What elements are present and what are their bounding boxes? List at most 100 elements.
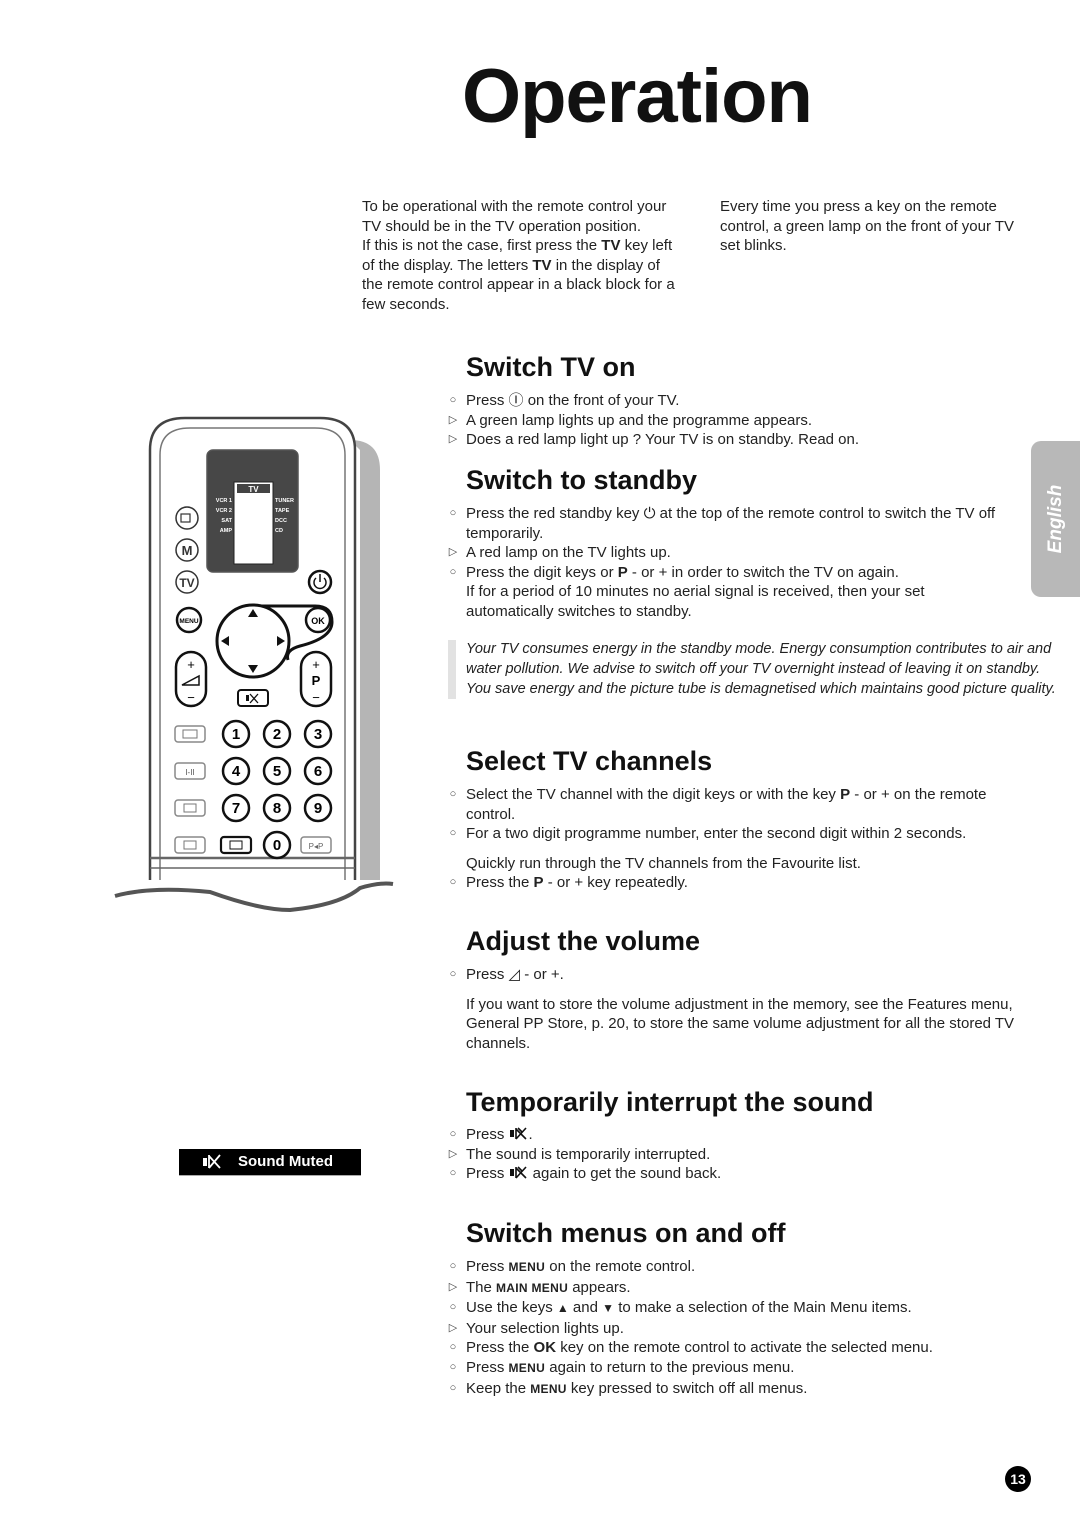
standby-icon: ⏻ [643, 505, 656, 522]
intro-left: To be operational with the remote contro… [362, 197, 682, 315]
text: Your selection lights up. [466, 1319, 624, 1337]
list-item: ○ Press again to get the sound back. [444, 1164, 1044, 1184]
volume-icon: ◿ [508, 966, 521, 983]
format-key[interactable] [174, 725, 206, 743]
bullet-icon: ○ [449, 1341, 457, 1354]
bullet-icon: ○ [449, 1167, 457, 1180]
text: The [466, 1278, 497, 1296]
intro-right: Every time you press a key on the remote… [720, 198, 1015, 255]
text: . [528, 1126, 533, 1143]
mute-icon [203, 1154, 221, 1169]
list-item: If you want to store the volume adjustme… [444, 995, 1029, 1054]
mute-icon [509, 1127, 527, 1140]
list-item: ○ Press the red standby key ⏻ at the top … [444, 504, 1014, 543]
list-switch-tv-on: ○ Press Ⓘ on the front of your TV. ▷ A gre… [444, 391, 1044, 450]
text: appears. [568, 1278, 631, 1296]
text: Press the [466, 1339, 534, 1357]
page-number: 13 [1005, 1466, 1031, 1492]
programme-plus-label: + [312, 657, 320, 672]
text: If for a period of 10 minutes no aerial … [466, 583, 925, 620]
text: A green lamp lights up and the programme… [466, 411, 813, 429]
text: - or +. [520, 966, 564, 983]
arrow-up-icon: ▲ [556, 1301, 569, 1316]
text: Press the [466, 874, 534, 892]
result-arrow-icon: ▷ [448, 1321, 458, 1334]
list-item: ▷ The sound is temporarily interrupted. [444, 1145, 1044, 1165]
text: If you want to store the volume adjustme… [466, 995, 1015, 1052]
heading-switch-menus: Switch menus on and off [466, 1218, 786, 1248]
list-item: ▷ A red lamp on the TV lights up. [444, 543, 1014, 563]
bullet-icon: ○ [449, 1381, 457, 1394]
previous-programme-label: P◂P [309, 842, 324, 851]
digit-key-label: 6 [314, 763, 322, 780]
input-select-key[interactable] [175, 506, 199, 530]
text: Press the red standby key [466, 505, 644, 522]
text: Press [466, 966, 509, 983]
list-item: ○ Press the OK key on the remote control … [444, 1338, 1044, 1358]
bullet-icon: ○ [449, 876, 457, 889]
text: - or + in order to switch the TV on agai… [627, 563, 899, 581]
list-channels: ○ Select the TV channel with the digit ke… [444, 785, 1024, 893]
list-item: ○ Press the P - or + key repeatedly. [444, 873, 1024, 893]
heading-switch-tv-on: Switch TV on [466, 352, 636, 382]
list-item: ○ Press the digit keys or P - or + in ord… [444, 563, 1014, 583]
list-menus: ○ Press MENU on the remote control. ▷ The … [444, 1257, 1044, 1399]
text: again to get the sound back. [528, 1165, 722, 1183]
display-label: TUNER [275, 498, 294, 504]
text: Press [466, 1358, 509, 1376]
bullet-icon: ○ [449, 1360, 457, 1373]
text: Press [466, 1258, 509, 1275]
text: on the front of your TV. [523, 392, 680, 409]
text: Press the digit keys or [466, 563, 618, 581]
text: The sound is temporarily interrupted. [466, 1145, 711, 1163]
heading-interrupt-sound: Temporarily interrupt the sound [466, 1087, 874, 1117]
info-key[interactable] [219, 835, 253, 855]
digit-key-label: 8 [273, 800, 281, 817]
sound-muted-label: Sound Muted [238, 1153, 333, 1170]
list-item: ○ Select the TV channel with the digit ke… [444, 785, 1024, 824]
list-sound: ○ Press . ▷ The sound is temporarily inter… [444, 1125, 1044, 1184]
text: Select the TV channel with the digit key… [466, 786, 841, 803]
text: For a two digit programme number, enter … [466, 825, 967, 843]
menu-key-label: MENU [508, 1360, 546, 1375]
arrow-down-icon: ▼ [602, 1301, 615, 1316]
digit-key-label: 9 [314, 800, 322, 817]
menu-key-label: MENU [179, 618, 198, 625]
text: on the remote control. [545, 1258, 696, 1275]
display-label: DCC [275, 518, 287, 524]
text: A red lamp on the TV lights up. [466, 544, 671, 562]
p-key-label: P [840, 786, 851, 803]
intro-paragraph-1: To be operational with the remote contro… [362, 198, 667, 235]
mute-icon [509, 1166, 527, 1179]
menu-key-label: MENU [530, 1381, 567, 1396]
text: Press [466, 1165, 509, 1183]
subtitle-key[interactable] [174, 799, 206, 817]
list-item: If for a period of 10 minutes no aerial … [444, 582, 1014, 621]
list-item: ○ Use the keys ▲ and ▼ to make a selectio… [444, 1298, 1044, 1319]
intro-paragraph-2: If this is not the case, first press the… [362, 236, 682, 314]
energy-note: Your TV consumes energy in the standby m… [448, 640, 1056, 700]
bullet-icon: ○ [449, 1260, 457, 1272]
digit-key-label: 4 [232, 763, 241, 780]
list-item: ○ Press . [444, 1125, 1044, 1145]
text: Press [466, 392, 509, 409]
remote-control-illustration: TV VCR 1 VCR 2 SAT AMP TUNER TAPE DCC CD… [114, 416, 394, 913]
tv-letters-label: TV [532, 256, 552, 274]
result-arrow-icon: ▷ [448, 546, 458, 559]
result-arrow-icon: ▷ [448, 413, 458, 426]
result-arrow-icon: ▷ [448, 433, 458, 446]
ok-key-label: OK [311, 616, 325, 626]
text: Keep the [466, 1379, 531, 1397]
text: again to return to the previous menu. [545, 1358, 795, 1376]
heading-select-tv-channels: Select TV channels [466, 746, 713, 776]
list-item: ○ Press MENU again to return to the previ… [444, 1358, 1044, 1379]
sound-muted-osd: Sound Muted [179, 1149, 361, 1176]
teletext-key[interactable] [174, 836, 206, 854]
result-arrow-icon: ▷ [448, 1147, 458, 1160]
text: Quickly run through the TV channels from… [466, 854, 861, 872]
volume-plus-label: + [187, 657, 195, 672]
result-arrow-icon: ▷ [448, 1280, 458, 1293]
display-label: VCR 2 [216, 508, 232, 514]
bullet-icon: ○ [449, 968, 457, 980]
list-volume: ○ Press ◿ - or +. If you want to store th… [444, 965, 1029, 1053]
